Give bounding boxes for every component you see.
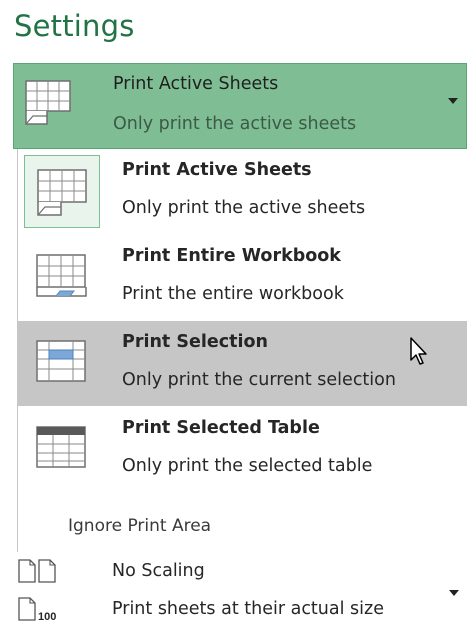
print-what-selected-title: Print Active Sheets	[113, 74, 279, 94]
menu-item-title: Print Active Sheets	[122, 160, 312, 180]
scaling-desc: Print sheets at their actual size	[112, 599, 384, 619]
print-settings-panel: Settings Print Active Sheets Only print …	[0, 0, 467, 632]
print-what-selected-desc: Only print the active sheets	[113, 114, 357, 134]
menu-item-desc: Only print the current selection	[122, 370, 396, 390]
menu-item-desc: Only print the selected table	[122, 456, 373, 476]
menu-item-desc: Print the entire workbook	[122, 284, 344, 304]
scaling-dropdown[interactable]: 100 No Scaling Print sheets at their act…	[13, 553, 467, 632]
menu-item-desc: Only print the active sheets	[122, 198, 366, 218]
selected-table-icon	[24, 413, 100, 486]
settings-heading: Settings	[14, 9, 135, 43]
no-scaling-icon: 100	[17, 558, 67, 624]
active-sheets-icon	[24, 155, 100, 228]
scaling-icon-label: 100	[38, 611, 56, 623]
scaling-title: No Scaling	[112, 561, 205, 581]
mouse-cursor-icon	[409, 336, 431, 366]
dropdown-arrow-icon[interactable]	[449, 590, 459, 596]
menu-item-print-entire-workbook[interactable]: Print Entire Workbook Print the entire w…	[18, 235, 467, 320]
selection-icon	[24, 327, 100, 400]
menu-item-print-selection[interactable]: Print Selection Only print the current s…	[18, 321, 467, 406]
entire-workbook-icon	[24, 241, 100, 314]
print-what-menu: Print Active Sheets Only print the activ…	[17, 149, 467, 552]
ignore-print-area-label: Ignore Print Area	[68, 516, 212, 536]
ignore-print-area-option[interactable]: Ignore Print Area	[18, 505, 467, 551]
menu-item-title: Print Selection	[122, 332, 268, 352]
sheet-icon	[25, 80, 73, 126]
dropdown-arrow-icon[interactable]	[448, 98, 458, 104]
menu-item-title: Print Entire Workbook	[122, 246, 341, 266]
menu-item-print-active-sheets[interactable]: Print Active Sheets Only print the activ…	[18, 149, 467, 234]
menu-item-title: Print Selected Table	[122, 418, 320, 438]
print-what-dropdown[interactable]: Print Active Sheets Only print the activ…	[13, 63, 467, 149]
menu-item-print-selected-table[interactable]: Print Selected Table Only print the sele…	[18, 407, 467, 492]
